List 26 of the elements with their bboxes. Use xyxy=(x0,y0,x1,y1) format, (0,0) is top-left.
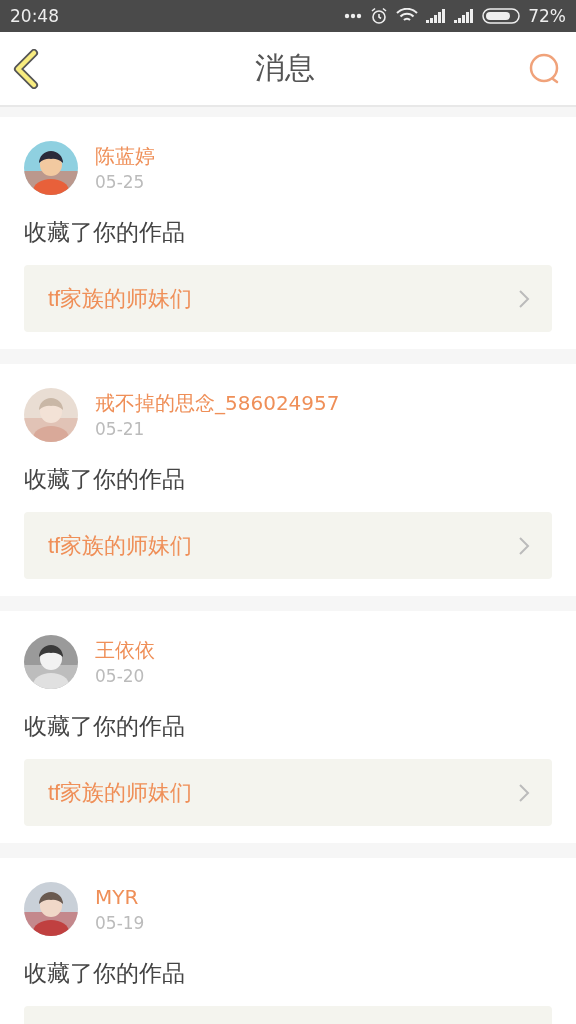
signal-icon xyxy=(426,9,447,23)
user-name[interactable]: MYR xyxy=(95,885,145,909)
battery-percent: 72% xyxy=(528,6,566,26)
message-text: 收藏了你的作品 xyxy=(24,959,186,988)
user-name[interactable]: 王依依 xyxy=(95,638,155,662)
message-date: 05-19 xyxy=(95,913,145,933)
chevron-right-icon xyxy=(518,288,530,309)
chevron-right-icon xyxy=(518,535,530,556)
page-title: 消息 xyxy=(255,49,315,87)
alarm-icon xyxy=(370,7,389,25)
user-name[interactable]: 陈蓝婷 xyxy=(95,144,155,168)
work-link[interactable]: tf家族的师妹们 xyxy=(24,759,552,826)
message-date: 05-21 xyxy=(95,419,146,439)
message-text: 收藏了你的作品 xyxy=(24,712,186,741)
work-link[interactable]: tf家族的师妹们 xyxy=(24,512,552,579)
message-text: 收藏了你的作品 xyxy=(24,218,186,247)
message-date: 05-25 xyxy=(95,172,146,192)
status-time: 20:48 xyxy=(10,6,59,26)
message-text: 收藏了你的作品 xyxy=(24,465,186,494)
user-name[interactable]: 戒不掉的思念_586024957 xyxy=(95,391,340,415)
signal-icon xyxy=(454,9,475,23)
battery-icon xyxy=(482,8,521,24)
chevron-right-icon xyxy=(518,782,530,803)
message-date: 05-20 xyxy=(95,666,146,686)
work-link[interactable]: tf家族的师妹们 xyxy=(24,265,552,332)
more-dots-icon xyxy=(344,13,363,19)
